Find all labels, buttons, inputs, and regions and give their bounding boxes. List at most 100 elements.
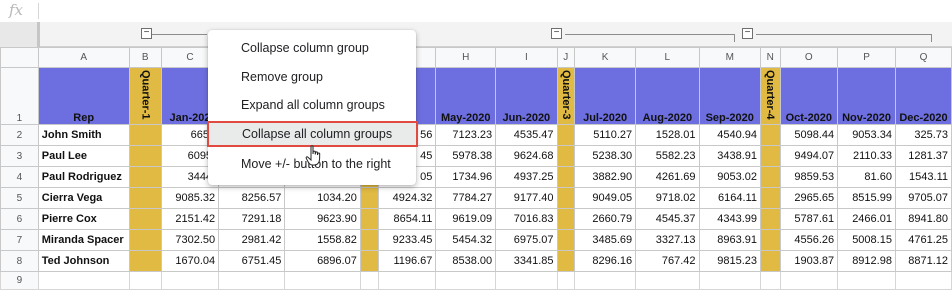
value-cell[interactable]: 8256.57 <box>218 187 286 209</box>
quarter-cell[interactable] <box>759 208 781 230</box>
value-cell[interactable]: 9619.09 <box>435 208 497 230</box>
quarter-cell[interactable] <box>556 124 576 146</box>
quarter-cell[interactable] <box>128 124 162 146</box>
menu-item-remove-group[interactable]: Remove group <box>208 64 416 90</box>
quarter-3-header-cell[interactable]: Quarter-3 <box>556 67 576 125</box>
column-header-p[interactable]: P <box>837 47 896 68</box>
value-cell[interactable]: 7016.83 <box>495 208 558 230</box>
quarter-cell[interactable] <box>556 187 576 209</box>
value-cell[interactable]: 8654.11 <box>378 208 437 230</box>
quarter-1-header-cell[interactable]: Quarter-1 <box>128 67 162 125</box>
row-number[interactable]: 4 <box>0 166 39 188</box>
value-cell[interactable]: 2110.33 <box>837 145 896 167</box>
value-cell[interactable]: 9177.40 <box>495 187 558 209</box>
column-header-j[interactable]: J <box>556 47 576 68</box>
value-cell[interactable]: 9494.07 <box>779 145 839 167</box>
value-cell[interactable]: 8296.16 <box>574 250 637 272</box>
column-header-o[interactable]: O <box>779 47 839 68</box>
value-cell[interactable]: 3327.13 <box>635 229 700 251</box>
value-cell[interactable]: 1034.20 <box>284 187 361 209</box>
rep-cell[interactable]: Cierra Vega <box>37 187 130 209</box>
rep-cell[interactable]: John Smith <box>37 124 130 146</box>
value-cell[interactable]: 2981.42 <box>218 229 286 251</box>
empty-cell[interactable] <box>128 271 162 290</box>
value-cell[interactable]: 3485.69 <box>574 229 637 251</box>
value-cell[interactable]: 4535.47 <box>495 124 558 146</box>
value-cell[interactable]: 4556.26 <box>779 229 839 251</box>
value-cell[interactable]: 9053.02 <box>698 166 761 188</box>
rep-cell[interactable]: Pierre Cox <box>37 208 130 230</box>
quarter-cell[interactable] <box>759 124 781 146</box>
value-cell[interactable]: 2151.42 <box>160 208 220 230</box>
quarter-cell[interactable] <box>128 166 162 188</box>
column-header-i[interactable]: I <box>495 47 558 68</box>
value-cell[interactable]: 4761.25 <box>894 229 952 251</box>
value-cell[interactable]: 1734.96 <box>435 166 497 188</box>
value-cell[interactable]: 6975.07 <box>495 229 558 251</box>
rep-cell[interactable]: Miranda Spacer <box>37 229 130 251</box>
quarter-cell[interactable] <box>556 229 576 251</box>
value-cell[interactable]: 1558.82 <box>284 229 361 251</box>
quarter-cell[interactable] <box>759 145 781 167</box>
empty-cell[interactable] <box>160 271 220 290</box>
row-number[interactable]: 1 <box>0 67 39 125</box>
empty-cell[interactable] <box>359 271 380 290</box>
row-number[interactable]: 6 <box>0 208 39 230</box>
menu-item-collapse-column-group[interactable]: Collapse column group <box>208 35 416 61</box>
value-cell[interactable]: 5008.15 <box>837 229 896 251</box>
value-cell[interactable]: 9624.68 <box>495 145 558 167</box>
value-cell[interactable]: 5787.61 <box>779 208 839 230</box>
empty-cell[interactable] <box>894 271 952 290</box>
empty-cell[interactable] <box>556 271 576 290</box>
empty-cell[interactable] <box>698 271 761 290</box>
value-cell[interactable]: 4261.69 <box>635 166 700 188</box>
value-cell[interactable]: 5098.44 <box>779 124 839 146</box>
empty-cell[interactable] <box>635 271 700 290</box>
quarter-cell[interactable] <box>128 208 162 230</box>
collapse-group-q3-button[interactable]: − <box>551 28 562 39</box>
quarter-cell[interactable] <box>128 250 162 272</box>
value-cell[interactable]: 1281.37 <box>894 145 952 167</box>
formula-bar[interactable]: fx <box>0 0 952 23</box>
value-cell[interactable]: 9718.02 <box>635 187 700 209</box>
column-header-n[interactable]: N <box>759 47 781 68</box>
quarter-4-header-cell[interactable]: Quarter-4 <box>759 67 781 125</box>
value-cell[interactable]: 1670.04 <box>160 250 220 272</box>
value-cell[interactable]: 5110.27 <box>574 124 637 146</box>
value-cell[interactable]: 2466.01 <box>837 208 896 230</box>
value-cell[interactable]: 4343.99 <box>698 208 761 230</box>
month-header-l[interactable]: Aug-2020 <box>635 67 700 125</box>
value-cell[interactable]: 9623.90 <box>284 208 361 230</box>
value-cell[interactable]: 9859.53 <box>779 166 839 188</box>
value-cell[interactable]: 5582.23 <box>635 145 700 167</box>
value-cell[interactable]: 9053.34 <box>837 124 896 146</box>
quarter-cell[interactable] <box>556 166 576 188</box>
column-header-a[interactable]: A <box>37 47 130 68</box>
month-header-k[interactable]: Jul-2020 <box>574 67 637 125</box>
value-cell[interactable]: 9049.05 <box>574 187 637 209</box>
rep-header-cell[interactable]: Rep <box>37 67 130 125</box>
value-cell[interactable]: 1903.87 <box>779 250 839 272</box>
quarter-cell[interactable] <box>359 250 380 272</box>
value-cell[interactable]: 4540.94 <box>698 124 761 146</box>
empty-cell[interactable] <box>218 271 286 290</box>
value-cell[interactable]: 325.73 <box>894 124 952 146</box>
quarter-cell[interactable] <box>759 250 781 272</box>
quarter-cell[interactable] <box>128 145 162 167</box>
row-number[interactable]: 5 <box>0 187 39 209</box>
quarter-cell[interactable] <box>759 229 781 251</box>
column-header-b[interactable]: B <box>128 47 162 68</box>
value-cell[interactable]: 3438.91 <box>698 145 761 167</box>
quarter-cell[interactable] <box>359 229 380 251</box>
column-header-l[interactable]: L <box>635 47 700 68</box>
quarter-cell[interactable] <box>556 208 576 230</box>
value-cell[interactable]: 9815.23 <box>698 250 761 272</box>
empty-cell[interactable] <box>574 271 637 290</box>
month-header-o[interactable]: Oct-2020 <box>779 67 839 125</box>
row-number[interactable]: 8 <box>0 250 39 272</box>
value-cell[interactable]: 8871.12 <box>894 250 952 272</box>
column-header-q[interactable]: Q <box>894 47 952 68</box>
value-cell[interactable]: 3341.85 <box>495 250 558 272</box>
collapse-group-q4-button[interactable]: − <box>742 28 753 39</box>
row-number[interactable]: 2 <box>0 124 39 146</box>
